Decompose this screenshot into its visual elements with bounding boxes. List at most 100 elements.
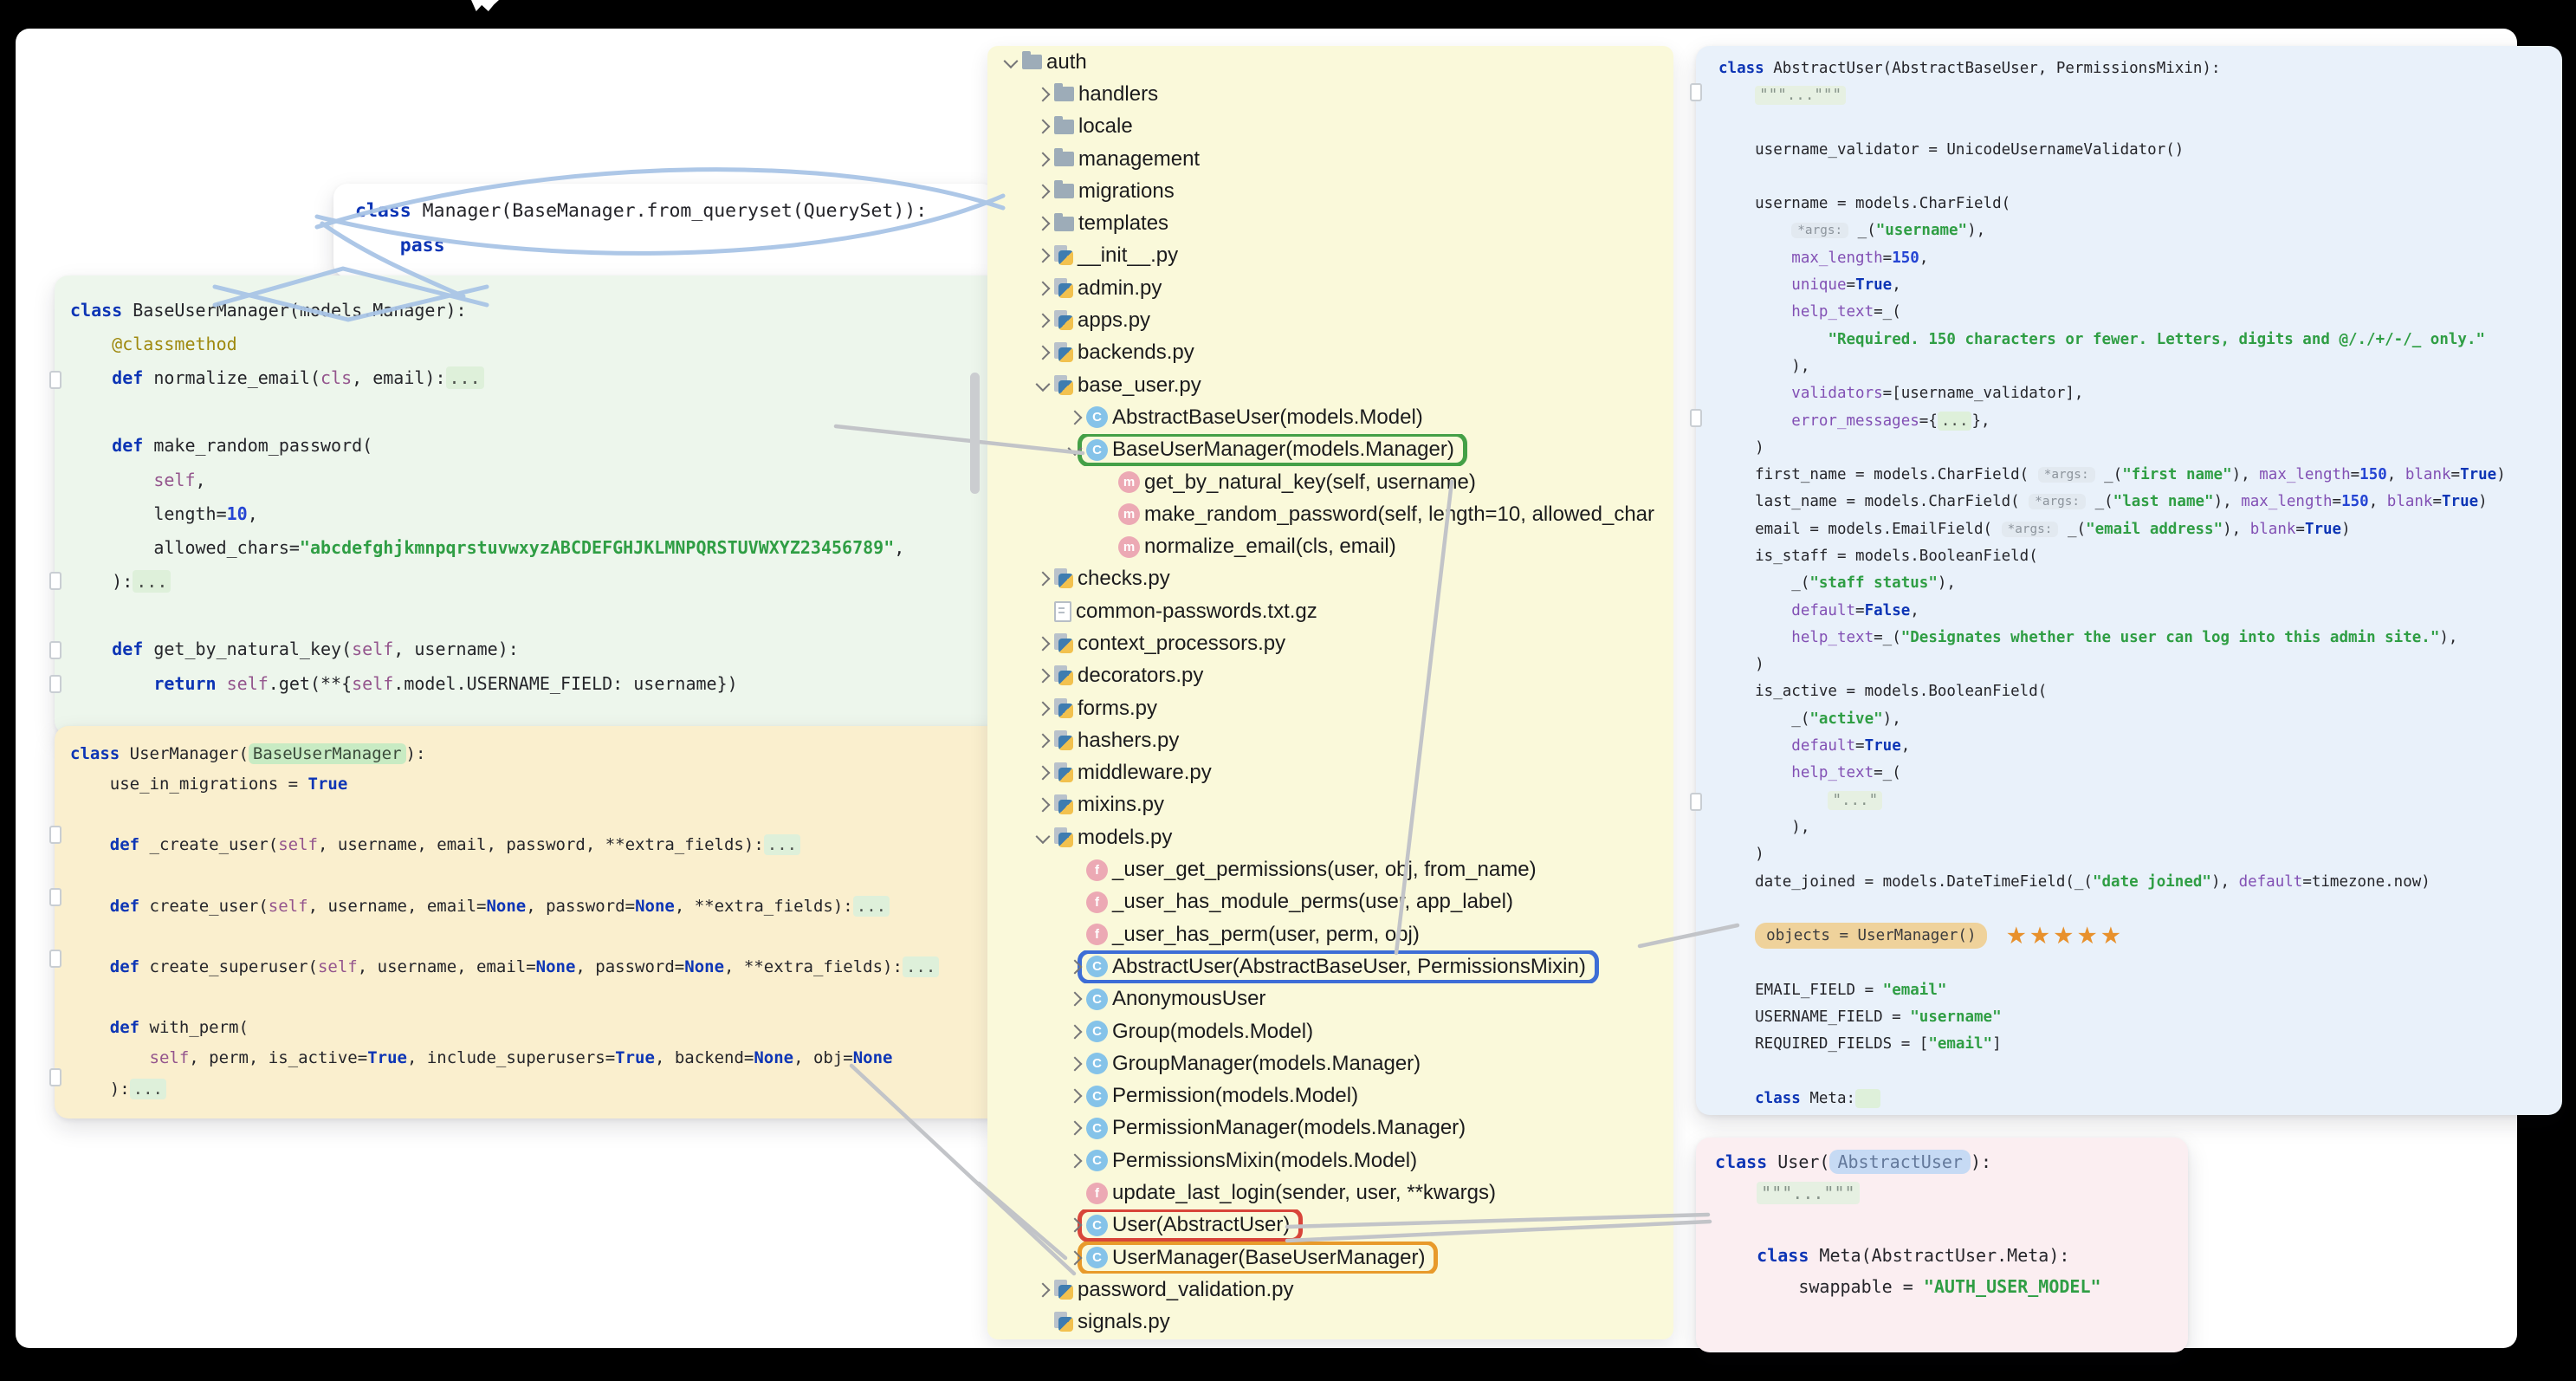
tree-row[interactable]: context_processors.py xyxy=(987,627,1673,659)
tree-row[interactable]: C AbstractUser(AbstractBaseUser, Permissi… xyxy=(987,950,1673,983)
fold-marker[interactable] xyxy=(49,888,61,906)
code-token: , username, email, password, **extra_fie… xyxy=(318,835,764,855)
tree-row[interactable]: f _user_get_permissions(user, obj, from_n… xyxy=(987,853,1673,885)
tree-node: f _user_has_perm(user, perm, obj) xyxy=(1078,918,1433,950)
tree-row[interactable]: middleware.py xyxy=(987,757,1673,789)
code-line: "..." xyxy=(1718,787,2540,814)
base-user-manager-snippet-card[interactable]: class BaseUserManager(models.Manager): @… xyxy=(55,276,1002,735)
code-token: *args: xyxy=(2001,521,2059,537)
tree-row[interactable]: backends.py xyxy=(987,337,1673,369)
tree-row[interactable]: checks.py xyxy=(987,563,1673,595)
tree-row[interactable]: C Group(models.Model) xyxy=(987,1015,1673,1047)
python-file-icon xyxy=(1054,342,1073,363)
tree-row[interactable]: C PermissionManager(models.Manager) xyxy=(987,1112,1673,1144)
code-token: Meta: xyxy=(1800,1089,1856,1107)
code-line: """...""" xyxy=(1718,81,2540,108)
tree-row[interactable]: signals.py xyxy=(987,1306,1673,1339)
code-token: 150 xyxy=(1892,249,1919,267)
tree-node-label: signals.py xyxy=(1078,1310,1170,1334)
tree-node: C Permission(models.Model) xyxy=(1078,1080,1371,1112)
user-manager-snippet-card[interactable]: class UserManager(BaseUserManager): use_… xyxy=(55,726,1002,1118)
tree-row[interactable]: f _user_has_perm(user, perm, obj) xyxy=(987,918,1673,950)
code-token: None xyxy=(754,1048,794,1068)
tree-row[interactable]: f update_last_login(sender, user, **kwarg… xyxy=(987,1177,1673,1209)
code-token: ) xyxy=(1718,656,1764,674)
user-class-snippet-card[interactable]: class User(AbstractUser): """...""" clas… xyxy=(1696,1138,2188,1352)
tree-row[interactable]: C GroupManager(models.Manager) xyxy=(987,1047,1673,1080)
tree-row[interactable]: C AbstractBaseUser(models.Model) xyxy=(987,401,1673,433)
tree-row[interactable]: forms.py xyxy=(987,692,1673,724)
code-token: "email" xyxy=(1928,1035,1993,1054)
fold-marker[interactable] xyxy=(49,826,61,844)
code-token: create_user( xyxy=(139,896,269,916)
fold-marker[interactable] xyxy=(1690,83,1702,101)
manager-snippet-card[interactable]: class Manager(BaseManager.from_queryset(… xyxy=(333,184,995,277)
code-line: ):... xyxy=(70,565,987,599)
tree-row[interactable]: C Permission(models.Model) xyxy=(987,1080,1673,1112)
code-token: = xyxy=(2332,493,2342,511)
code-token: EMAIL_FIELD = xyxy=(1718,981,1883,999)
function-icon: f xyxy=(1086,1182,1108,1204)
tree-row[interactable]: hashers.py xyxy=(987,724,1673,756)
fold-marker[interactable] xyxy=(49,572,61,590)
tree-row[interactable]: locale xyxy=(987,111,1673,143)
code-token: "Designates whether the user can log int… xyxy=(1900,628,2440,646)
tree-node: C Group(models.Model) xyxy=(1078,1015,1326,1047)
tree-row[interactable]: C PermissionsMixin(models.Model) xyxy=(987,1144,1673,1177)
code-token: _( xyxy=(1718,574,1810,593)
tree-row[interactable]: management xyxy=(987,143,1673,175)
code-token: "date joined" xyxy=(2092,872,2211,891)
abstract-user-code-panel[interactable]: class AbstractUser(AbstractBaseUser, Per… xyxy=(1696,46,2562,1115)
tree-row[interactable]: base_user.py xyxy=(987,369,1673,401)
python-file-icon xyxy=(1054,794,1073,815)
tree-row[interactable]: decorators.py xyxy=(987,660,1673,692)
tree-row[interactable]: m normalize_email(cls, email) xyxy=(987,530,1673,562)
fold-marker[interactable] xyxy=(49,641,61,659)
code-token: =[username_validator], xyxy=(1882,385,2084,403)
tree-row[interactable]: m get_by_natural_key(self, username) xyxy=(987,466,1673,498)
tree-row[interactable]: admin.py xyxy=(987,272,1673,304)
tree-row[interactable]: common-passwords.txt.gz xyxy=(987,595,1673,627)
code-token: "abcdefghjkmnpqrstuvwxyzABCDEFGHJKLMNPQR… xyxy=(299,536,895,558)
tree-row[interactable]: C User(AbstractUser) xyxy=(987,1209,1673,1242)
code-token: 150 xyxy=(2359,466,2387,484)
tree-row[interactable]: password_validation.py xyxy=(987,1274,1673,1306)
tree-row[interactable]: C UserManager(BaseUserManager) xyxy=(987,1241,1673,1274)
code-token: True xyxy=(1855,276,1893,295)
code-token: ) xyxy=(1718,438,1764,457)
code-token: swappable = xyxy=(1715,1276,1924,1297)
fold-marker[interactable] xyxy=(1690,793,1702,811)
code-token: "last name" xyxy=(2113,493,2214,511)
code-token: "email address" xyxy=(2086,520,2223,538)
fold-marker[interactable] xyxy=(49,1068,61,1086)
tree-row[interactable]: m make_random_password(self, length=10, a… xyxy=(987,498,1673,530)
tree-row[interactable]: auth xyxy=(987,46,1673,78)
tree-row[interactable]: C BaseUserManager(models.Manager) xyxy=(987,433,1673,466)
tree-row[interactable]: C AnonymousUser xyxy=(987,983,1673,1015)
code-line: def get_by_natural_key(self, username): xyxy=(70,632,987,666)
code-token: , **extra_fields): xyxy=(674,896,853,916)
app-stage: class Manager(BaseManager.from_queryset(… xyxy=(0,0,2576,1381)
file-tree-panel[interactable]: auth handlers locale management migrations te… xyxy=(987,46,1673,1339)
fold-marker[interactable] xyxy=(49,950,61,968)
code-token: ] xyxy=(1992,1035,2002,1054)
tree-row[interactable]: apps.py xyxy=(987,304,1673,336)
tree-row[interactable]: mixins.py xyxy=(987,789,1673,821)
code-line: class AbstractUser(AbstractBaseUser, Per… xyxy=(1718,55,2540,81)
tree-row[interactable]: __init__.py xyxy=(987,240,1673,272)
tree-row[interactable]: f _user_has_module_perms(user, app_label) xyxy=(987,886,1673,918)
tree-row[interactable]: models.py xyxy=(987,821,1673,853)
code-token: def xyxy=(70,639,144,660)
tree-row[interactable]: handlers xyxy=(987,78,1673,110)
code-token: ), xyxy=(1718,357,1810,375)
tree-row[interactable]: migrations xyxy=(987,175,1673,207)
fold-marker[interactable] xyxy=(1690,409,1702,427)
fold-marker[interactable] xyxy=(49,371,61,389)
fold-marker[interactable] xyxy=(49,675,61,693)
function-icon: f xyxy=(1086,859,1108,881)
code-token: self xyxy=(352,672,394,694)
tree-node-label: make_random_password(self, length=10, al… xyxy=(1144,502,1655,526)
tree-row[interactable]: templates xyxy=(987,207,1673,239)
